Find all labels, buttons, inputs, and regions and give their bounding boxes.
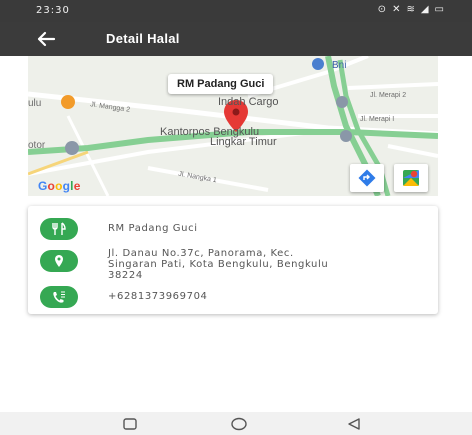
google-maps-icon <box>403 170 419 186</box>
home-button[interactable] <box>230 417 248 435</box>
open-in-maps-button[interactable] <box>394 164 428 192</box>
phone-icon <box>40 286 78 308</box>
detail-card: RM Padang Guci Jl. Danau No.37c, Panoram… <box>28 206 438 314</box>
map-place-label: RM Padang Guci <box>168 74 274 94</box>
map-label-merapi1: Jl. Merapi I <box>360 116 395 123</box>
map-label-bni: Bni <box>332 60 347 71</box>
map-label-indah-cargo: Indah Cargo <box>218 96 279 108</box>
recent-apps-button[interactable] <box>122 417 138 435</box>
battery-icon: ▭ <box>434 4 444 15</box>
recent-apps-icon <box>123 418 137 430</box>
detail-halal-screen: 23:30 ⊙ ✕ ≋ ◢ ▭ Detail Halal Bni Indah C… <box>0 0 472 435</box>
silent-icon: ✕ <box>392 4 401 15</box>
google-logo: Google <box>38 179 81 193</box>
map-label-lingkar-timur: Lingkar Timur <box>210 136 277 148</box>
system-nav-bar <box>0 412 472 435</box>
phone-number[interactable]: +6281373969704 <box>108 291 208 302</box>
home-circle-icon <box>231 417 247 431</box>
status-icons: ⊙ ✕ ≋ ◢ ▭ <box>378 4 444 15</box>
restaurant-icon <box>40 218 78 240</box>
back-nav-button[interactable] <box>346 417 362 435</box>
location-pin-icon <box>40 250 78 272</box>
signal-icon: ◢ <box>420 4 429 15</box>
address-line-1: Jl. Danau No.37c, Panorama, Kec. <box>108 248 294 259</box>
status-bar: 23:30 ⊙ ✕ ≋ ◢ ▭ <box>0 0 472 22</box>
map-view[interactable]: Bni Indah Cargo Kantorpos Bengkulu Lingk… <box>28 56 438 196</box>
notification-icon: ⊙ <box>377 4 387 15</box>
directions-icon <box>358 169 376 187</box>
map-label-otor: otor <box>28 140 46 151</box>
address-line-2: Singaran Pati, Kota Bengkulu, Bengkulu <box>108 259 329 270</box>
page-title: Detail Halal <box>106 31 180 46</box>
place-name: RM Padang Guci <box>108 223 198 234</box>
arrow-left-icon <box>37 31 56 47</box>
app-bar: Detail Halal <box>0 22 472 56</box>
wifi-icon: ≋ <box>406 4 415 15</box>
back-button[interactable] <box>34 29 58 49</box>
map-label-merapi2: Jl. Merapi 2 <box>370 92 407 99</box>
back-triangle-icon <box>348 418 360 430</box>
directions-button[interactable] <box>350 164 384 192</box>
status-time: 23:30 <box>36 5 70 16</box>
address-line-3: 38224 <box>108 270 143 281</box>
map-label-ulu: ulu <box>28 98 42 109</box>
